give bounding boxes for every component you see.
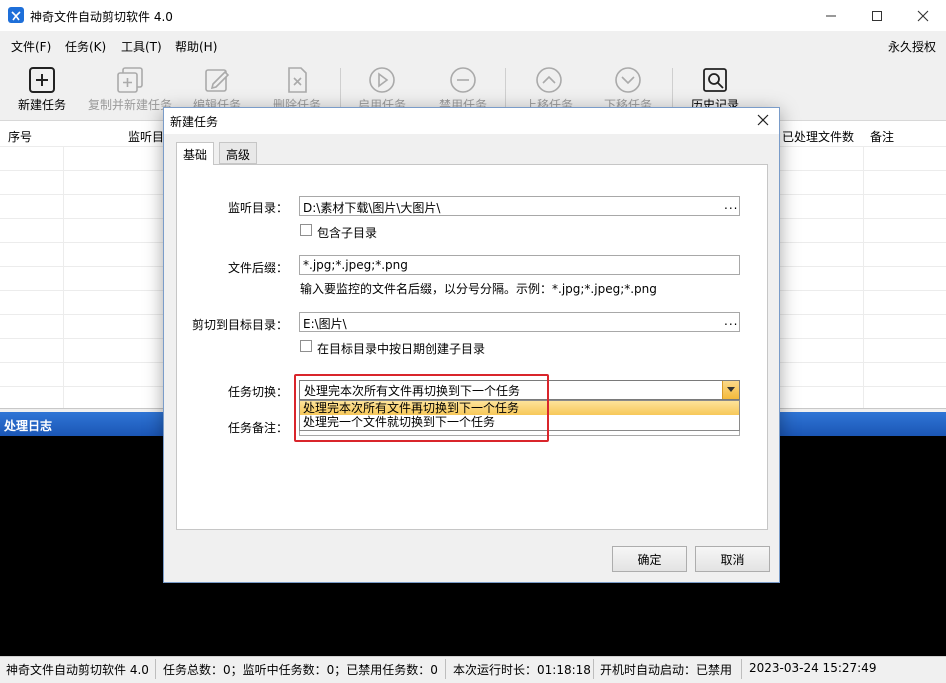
- target-dir-value: E:\图片\: [303, 317, 347, 331]
- column-header-index[interactable]: 序号: [8, 128, 32, 145]
- status-separator: [741, 659, 742, 679]
- log-title: 处理日志: [4, 419, 53, 433]
- status-autostart: 开机时自动启动：已禁用: [600, 663, 733, 677]
- chevron-down-icon: [615, 67, 641, 93]
- remark-label: 任务备注：: [227, 421, 288, 435]
- new-task-label: 新建任务: [17, 98, 66, 112]
- menu-file[interactable]: 文件(F): [11, 38, 51, 55]
- license-status[interactable]: 永久授权: [888, 38, 936, 55]
- new-task-button[interactable]: 新建任务: [0, 63, 87, 119]
- target-dir-field[interactable]: E:\图片\: [299, 312, 740, 332]
- delete-icon: [288, 67, 307, 93]
- column-header-remark[interactable]: 备注: [870, 128, 894, 145]
- annotation-highlight-box: [294, 374, 549, 442]
- edit-icon: [205, 69, 230, 92]
- chevron-up-icon: [536, 67, 562, 93]
- column-header-processed[interactable]: 已处理文件数: [782, 128, 854, 145]
- dialog-title: 新建任务: [170, 115, 219, 129]
- menu-help[interactable]: 帮助(H): [175, 38, 217, 55]
- menu-tools[interactable]: 工具(T): [121, 38, 162, 55]
- minus-circle-icon: [450, 67, 476, 93]
- tab-basic[interactable]: 基础: [176, 142, 215, 165]
- dialog-title-bar: [164, 108, 779, 134]
- status-runtime: 本次运行时长：01:18:18: [453, 663, 591, 677]
- search-history-icon: [703, 68, 727, 92]
- column-line: [63, 146, 64, 408]
- suffix-value: *.jpg;*.jpeg;*.png: [303, 258, 408, 272]
- status-separator: [593, 659, 594, 679]
- close-icon[interactable]: [900, 0, 946, 31]
- play-icon: [369, 67, 395, 93]
- suffix-field[interactable]: *.jpg;*.jpeg;*.png: [299, 255, 740, 275]
- window-title: 神奇文件自动剪切软件 4.0: [30, 10, 173, 24]
- suffix-label: 文件后缀：: [227, 261, 288, 275]
- ok-button[interactable]: 确定: [612, 546, 687, 572]
- menu-task[interactable]: 任务(K): [65, 38, 106, 55]
- watch-dir-browse-button[interactable]: ...: [724, 198, 738, 212]
- status-datetime: 2023-03-24 15:27:49: [749, 661, 877, 675]
- chevron-down-icon[interactable]: [722, 381, 739, 399]
- column-line: [863, 146, 864, 408]
- copy-new-task-label: 复制并新建任务: [87, 98, 172, 112]
- status-tasks: 任务总数：0；监听中任务数：0；已禁用任务数：0: [163, 663, 438, 677]
- minimize-icon[interactable]: [808, 0, 854, 31]
- status-separator: [445, 659, 446, 679]
- copy-plus-icon: [117, 67, 143, 93]
- include-subdirs-checkbox[interactable]: [300, 224, 312, 236]
- status-separator: [155, 659, 156, 679]
- watch-dir-label: 监听目录：: [227, 201, 288, 215]
- suffix-hint: 输入要监控的文件名后缀，以分号分隔。示例：*.jpg;*.jpeg;*.png: [300, 282, 657, 296]
- tab-advanced[interactable]: 高级: [219, 142, 258, 164]
- maximize-icon[interactable]: [854, 0, 900, 31]
- copy-new-task-button[interactable]: 复制并新建任务: [85, 63, 175, 119]
- plus-square-icon: [29, 67, 55, 93]
- cancel-button[interactable]: 取消: [695, 546, 770, 572]
- app-logo-icon: [8, 7, 24, 23]
- switch-label: 任务切换：: [227, 385, 288, 399]
- status-app: 神奇文件自动剪切软件 4.0: [6, 663, 149, 677]
- include-subdirs-label[interactable]: 包含子目录: [317, 224, 377, 241]
- watch-dir-value: D:\素材下载\图片\大图片\: [303, 201, 441, 215]
- date-subdir-label[interactable]: 在目标目录中按日期创建子目录: [317, 340, 485, 357]
- target-dir-browse-button[interactable]: ...: [724, 314, 738, 328]
- watch-dir-field[interactable]: D:\素材下载\图片\大图片\: [299, 196, 740, 216]
- dialog-close-icon[interactable]: [752, 110, 774, 130]
- target-dir-label: 剪切到目标目录：: [191, 318, 288, 332]
- date-subdir-checkbox[interactable]: [300, 340, 312, 352]
